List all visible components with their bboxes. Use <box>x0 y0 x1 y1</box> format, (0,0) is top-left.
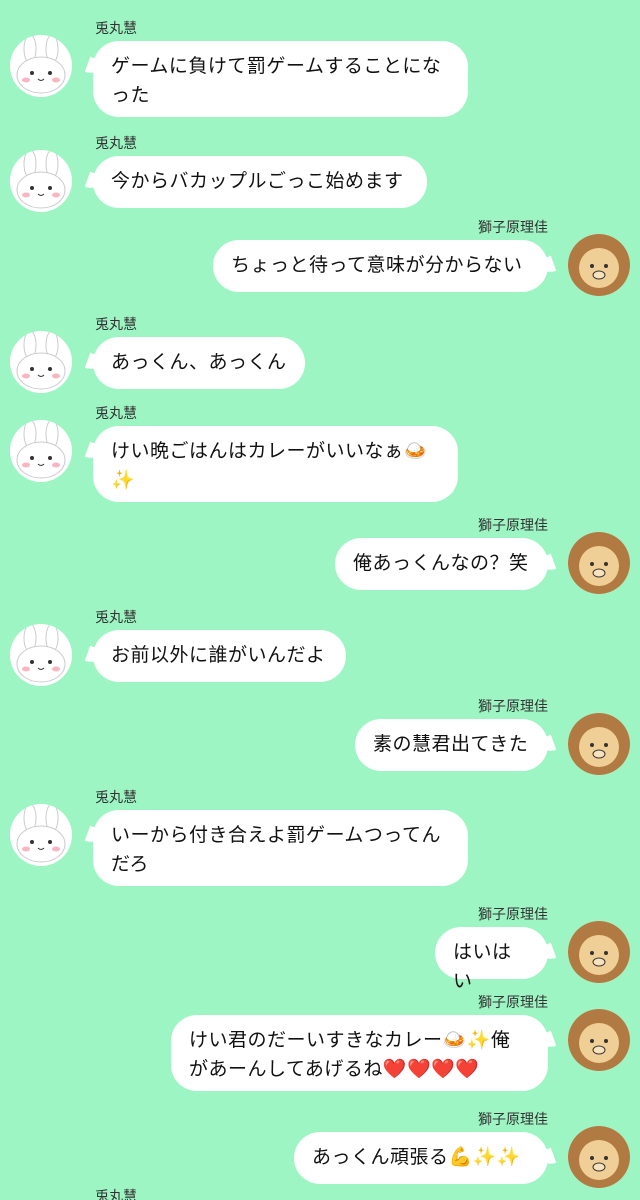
sender-name: 獅子原理佳 <box>478 907 548 923</box>
sender-name: 獅子原理佳 <box>478 518 548 534</box>
message-bubble[interactable]: お前以外に誰がいんだよ <box>93 630 346 682</box>
sender-name: 兎丸慧 <box>95 317 137 333</box>
lion-avatar-icon[interactable] <box>568 234 630 296</box>
lion-avatar-icon[interactable] <box>568 713 630 775</box>
message-bubble[interactable]: けい君のだーいすきなカレー🍛✨俺 があーんしてあげるね❤️❤️❤️❤️ <box>171 1015 548 1091</box>
rabbit-avatar-icon[interactable] <box>10 624 72 686</box>
rabbit-avatar-icon[interactable] <box>10 420 72 482</box>
sender-name: 兎丸慧 <box>95 610 137 626</box>
message-bubble[interactable]: あっくん、あっくん <box>93 337 305 389</box>
rabbit-avatar-icon[interactable] <box>10 150 72 212</box>
lion-avatar-icon[interactable] <box>568 921 630 983</box>
message-bubble[interactable]: はいはい <box>435 927 548 992</box>
rabbit-avatar-icon[interactable] <box>10 804 72 866</box>
sender-name: 獅子原理佳 <box>478 699 548 715</box>
sender-name: 兎丸慧 <box>95 790 137 806</box>
sender-name: 兎丸慧 <box>95 136 137 152</box>
message-bubble[interactable]: いーから付き合えよ罰ゲームつってん だろ <box>93 810 468 886</box>
sender-name: 獅子原理佳 <box>478 995 548 1011</box>
message-bubble[interactable]: 俺あっくんなの？笑 <box>335 538 548 590</box>
lion-avatar-icon[interactable] <box>568 532 630 594</box>
rabbit-avatar-icon[interactable] <box>10 331 72 393</box>
sender-name: 獅子原理佳 <box>478 1112 548 1128</box>
message-bubble[interactable]: ちょっと待って意味が分からない <box>213 240 548 292</box>
rabbit-avatar-icon[interactable] <box>10 35 72 97</box>
lion-avatar-icon[interactable] <box>568 1009 630 1071</box>
sender-name: 兎丸慧 <box>95 21 137 37</box>
lion-avatar-icon[interactable] <box>568 1126 630 1188</box>
message-bubble[interactable]: 素の慧君出てきた <box>355 719 548 771</box>
sender-name: 兎丸慧 <box>95 406 137 422</box>
message-bubble[interactable]: ゲームに負けて罰ゲームすることにな った <box>93 41 468 117</box>
sender-name: 獅子原理佳 <box>478 220 548 236</box>
message-bubble[interactable]: 今からバカップルごっこ始めます <box>93 156 427 208</box>
sender-name: 兎丸慧 <box>95 1189 137 1200</box>
message-bubble[interactable]: けい晩ごはんはカレーがいいなぁ🍛 ✨ <box>93 426 458 502</box>
message-bubble[interactable]: あっくん頑張る💪✨✨ <box>294 1132 548 1184</box>
